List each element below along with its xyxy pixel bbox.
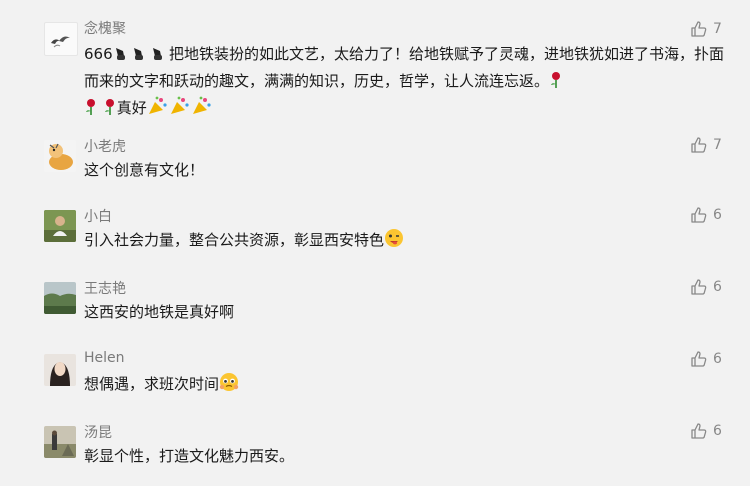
like-button[interactable]: 6 [690, 204, 722, 226]
like-count: 6 [713, 279, 722, 295]
commenter-name: Helen [84, 350, 125, 366]
party-popper-icon [169, 96, 191, 123]
comment-item: Helen 想偶遇，求班次时间 6 [0, 334, 750, 406]
swallows-avatar-icon[interactable] [44, 22, 78, 56]
party-popper-icon [191, 96, 213, 123]
commenter-name: 念槐聚 [84, 21, 126, 37]
comment-item: 小白 引入社会力量，整合公共资源，彰显西安特色 6 [0, 190, 750, 262]
thumbs-up-icon [691, 423, 707, 439]
commenter-name: 小白 [84, 209, 112, 225]
person-photo-avatar-icon[interactable] [44, 210, 76, 242]
comment-item: 汤昆 彰显个性，打造文化魅力西安。 6 [0, 406, 750, 486]
winking-face-icon [384, 228, 404, 255]
commenter-name: 汤昆 [84, 425, 112, 441]
comment-list: 念槐聚 666 把地铁装扮的如此文艺，太给力了！给地铁赋予了灵魂，进地铁犹如进了… [0, 0, 750, 486]
portrait-avatar-icon[interactable] [44, 354, 76, 386]
like-count: 7 [713, 21, 722, 37]
commenter-name: 小老虎 [84, 139, 126, 155]
outdoor-avatar-icon[interactable] [44, 426, 76, 458]
rose-icon [549, 71, 563, 96]
like-button[interactable]: 6 [690, 348, 722, 370]
like-count: 7 [713, 137, 722, 153]
comment-text-start: 666 [84, 45, 113, 63]
like-button[interactable]: 6 [690, 420, 722, 442]
comment-item: 王志艳 这西安的地铁是真好啊 6 [0, 262, 750, 334]
comment-text: 想偶遇，求班次时间 [84, 372, 724, 399]
thumbs-up-icon [691, 351, 707, 367]
thumbs-up-icon [691, 137, 707, 153]
comment-item: 小老虎 这个创意有文化！ 7 [0, 120, 750, 190]
pointing-hand-icon [131, 45, 145, 69]
comment-item: 念槐聚 666 把地铁装扮的如此文艺，太给力了！给地铁赋予了灵魂，进地铁犹如进了… [0, 0, 750, 120]
like-button[interactable]: 7 [690, 18, 722, 40]
thumbs-up-icon [691, 207, 707, 223]
like-count: 6 [713, 207, 722, 223]
like-count: 6 [713, 423, 722, 439]
pleading-face-icon [219, 372, 239, 399]
comment-text: 引入社会力量，整合公共资源，彰显西安特色 [84, 228, 724, 255]
comment-text-body: 想偶遇，求班次时间 [84, 375, 220, 393]
comment-text: 这个创意有文化！ [84, 161, 205, 179]
landscape-avatar-icon[interactable] [44, 282, 76, 314]
comment-text-end: 真好 [116, 99, 147, 117]
like-button[interactable]: 7 [690, 134, 722, 156]
comment-text-body: 把地铁装扮的如此文艺，太给力了！给地铁赋予了灵魂，进地铁犹如进了书海，扑面而来的… [84, 45, 724, 90]
comment-text-body: 引入社会力量，整合公共资源，彰显西安特色 [84, 231, 385, 249]
comment-text: 彰显个性，打造文化魅力西安。 [84, 447, 295, 465]
comment-text: 这西安的地铁是真好啊 [84, 303, 235, 321]
thumbs-up-icon [691, 21, 707, 37]
party-popper-icon [147, 96, 169, 123]
cartoon-avatar-icon[interactable] [44, 140, 76, 172]
like-count: 6 [713, 351, 722, 367]
like-button[interactable]: 6 [690, 276, 722, 298]
commenter-name: 王志艳 [84, 281, 126, 297]
comment-text: 666 把地铁装扮的如此文艺，太给力了！给地铁赋予了灵魂，进地铁犹如进了书海，扑… [84, 42, 724, 123]
thumbs-up-icon [691, 279, 707, 295]
pointing-hand-icon [113, 45, 127, 69]
pointing-hand-icon [150, 45, 164, 69]
